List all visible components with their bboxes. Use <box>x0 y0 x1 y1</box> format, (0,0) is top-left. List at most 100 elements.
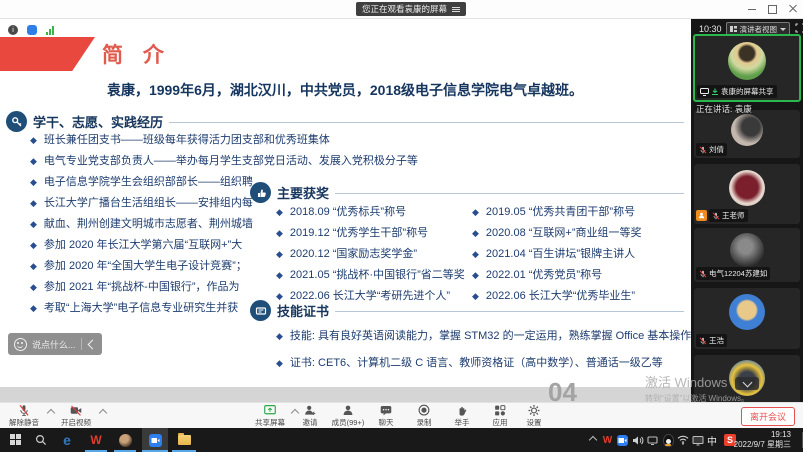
shared-screen-slide: i 简 介 袁康，1999年6月，湖北汉川，中共党员，2018级电子信息学院电气… <box>0 18 691 402</box>
participant-tile[interactable]: 王浩 <box>694 288 800 349</box>
leave-meeting-button[interactable]: 离开会议 <box>741 407 795 426</box>
award-item: 2018.09 “优秀标兵”称号 <box>276 202 465 223</box>
video-options-chevron[interactable] <box>99 409 107 417</box>
meeting-duration: 10:30 <box>699 24 722 34</box>
award-item: 2020.12 “国家励志奖学金” <box>276 244 465 265</box>
tray-display[interactable] <box>690 428 705 452</box>
divider <box>169 122 684 123</box>
chat-label: 聊天 <box>379 417 394 428</box>
qq-penguin-icon <box>662 434 673 446</box>
awards-right-column: 2019.05 “优秀共青团干部”称号 2020.08 “互联网+”商业组一等奖… <box>472 202 642 307</box>
ime-indicator: 中 <box>707 433 717 448</box>
section-skills-title: 技能证书 <box>277 301 329 320</box>
tray-meeting[interactable] <box>615 428 630 452</box>
participant-tile-screen-share[interactable]: 袁康的屏幕共享 <box>693 34 801 102</box>
avatar <box>729 294 765 330</box>
record-label: 录制 <box>417 417 432 428</box>
device-icon <box>647 435 658 446</box>
slide-red-banner <box>0 37 95 71</box>
chat-icon <box>379 404 393 417</box>
window-controls <box>748 0 799 18</box>
taskbar-wps-button[interactable]: W <box>84 428 108 452</box>
share-screen-icon <box>263 404 277 417</box>
mic-muted-icon <box>699 270 707 278</box>
collapse-sidebar-icon[interactable] <box>735 377 759 390</box>
chevron-up-icon <box>589 436 597 444</box>
start-button[interactable] <box>4 428 28 452</box>
tray-volume[interactable] <box>630 428 645 452</box>
security-icon[interactable] <box>27 25 37 35</box>
skills-list: 技能: 具有良好英语阅读能力，掌握 STM32 的一定运用，熟练掌握 Offic… <box>276 323 691 377</box>
slide-headline: 袁康，1999年6月，湖北汉川，中共党员，2018级电子信息学院电气卓越班。 <box>15 80 675 100</box>
taskbar-clock[interactable]: 19:13 2022/9/7 星期三 <box>734 430 791 450</box>
unmute-button[interactable]: 解除静音 <box>2 404 46 428</box>
edge-icon: e <box>63 432 71 448</box>
collapse-chat-icon[interactable] <box>87 339 97 349</box>
tray-qq[interactable] <box>660 428 675 452</box>
taskbar-meeting-button[interactable] <box>142 428 168 452</box>
watching-banner[interactable]: 您正在观看袁康的屏幕 <box>356 2 466 16</box>
avatar <box>731 114 763 146</box>
camera-off-icon <box>69 404 83 417</box>
taskbar-edge-button[interactable]: e <box>54 428 80 452</box>
taskbar-explorer-button[interactable] <box>171 428 197 452</box>
avatar <box>730 233 764 267</box>
participant-tile[interactable]: 刘倩 <box>694 110 800 158</box>
section-practice-header: 学干、志愿、实践经历 <box>6 111 684 132</box>
skill-item: 证书: CET6、计算机二级 C 语言、教师资格证（高中数学）、普通话一级乙等 <box>276 350 691 377</box>
meeting-info-icon[interactable]: i <box>8 25 18 35</box>
quick-chat-bar[interactable]: 说点什么... <box>8 333 102 355</box>
award-item: 2021.04 “百生讲坛”银牌主讲人 <box>472 244 642 265</box>
clock-date: 2022/9/7 星期三 <box>734 440 791 450</box>
folder-icon <box>178 435 191 445</box>
practice-item: 电气专业党支部负责人——举办每月学生支部党日活动、发展入党积极分子等 <box>30 151 418 172</box>
certificate-icon <box>250 300 271 321</box>
participant-name: 刘倩 <box>709 144 724 155</box>
maximize-icon[interactable] <box>768 5 777 14</box>
participant-name: 王浩 <box>709 335 724 346</box>
network-signal-icon[interactable] <box>46 26 54 35</box>
emoji-icon[interactable] <box>14 338 27 351</box>
layout-icon <box>730 26 737 32</box>
raise-hand-icon <box>455 404 469 417</box>
start-video-button[interactable]: 开启视频 <box>54 404 98 428</box>
settings-button[interactable]: 设置 <box>512 404 556 428</box>
clock-time: 19:13 <box>734 430 791 440</box>
banner-menu-icon[interactable] <box>452 6 460 13</box>
participant-tile[interactable]: 电气12204苏建如 <box>694 228 800 282</box>
participant-name: 袁康的屏幕共享 <box>721 86 774 97</box>
watching-banner-text: 您正在观看袁康的屏幕 <box>362 3 447 15</box>
divider <box>81 338 82 350</box>
share-screen-button[interactable]: 共享屏幕 <box>248 404 292 428</box>
raise-hand-label: 举手 <box>455 417 470 428</box>
settings-label: 设置 <box>527 417 542 428</box>
participant-name: 电气12204苏建如 <box>709 268 767 279</box>
tray-wifi[interactable] <box>675 428 690 452</box>
minimize-icon[interactable] <box>748 9 756 10</box>
mic-muted-icon <box>699 146 707 154</box>
apps-label: 应用 <box>493 417 508 428</box>
taskbar-search-button[interactable] <box>30 428 52 452</box>
close-icon[interactable] <box>789 5 797 13</box>
tray-device[interactable] <box>645 428 660 452</box>
participant-tile-host[interactable]: 王老师 <box>694 164 800 224</box>
tray-ime[interactable]: 中 <box>705 428 719 452</box>
section-practice-title: 学干、志愿、实践经历 <box>33 112 163 131</box>
slide-section-label: 简 介 <box>102 39 171 69</box>
host-badge-icon <box>696 210 707 221</box>
divider <box>335 193 684 194</box>
taskbar-avatar-app-button[interactable] <box>113 428 137 452</box>
tray-wps[interactable]: W <box>600 428 615 452</box>
chat-input-placeholder[interactable]: 说点什么... <box>32 338 76 351</box>
slide-footer-band: 04 <box>0 387 691 402</box>
mic-muted-icon <box>17 404 31 417</box>
skill-item: 技能: 具有良好英语阅读能力，掌握 STM32 的一定运用，熟练掌握 Offic… <box>276 323 691 350</box>
record-icon <box>417 404 431 417</box>
participant-name: 王老师 <box>722 210 745 221</box>
speaker-icon <box>632 435 644 446</box>
share-screen-label: 共享屏幕 <box>255 417 285 428</box>
chevron-down-icon <box>780 28 786 31</box>
section-skills-header: 技能证书 <box>250 300 684 321</box>
tray-expand-button[interactable] <box>586 428 600 452</box>
divider <box>335 311 684 312</box>
